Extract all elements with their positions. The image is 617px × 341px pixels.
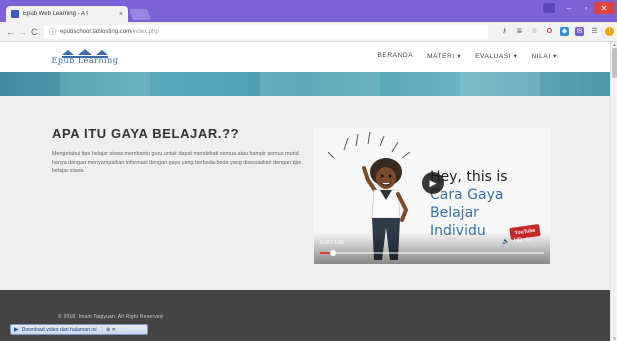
extension-icon[interactable]: ◆ bbox=[560, 27, 569, 36]
video-caption-line: Belajar bbox=[430, 205, 479, 221]
video-player[interactable]: Hey, this is Cara Gaya Belajar Individu … bbox=[314, 128, 550, 264]
download-options[interactable]: ⋮ ⊕ ✕ bbox=[100, 327, 116, 333]
banner-shade bbox=[260, 72, 380, 96]
fullscreen-icon[interactable]: ⛶ bbox=[526, 238, 530, 245]
video-control-icons: 🔊 HD ⛶ bbox=[502, 238, 530, 245]
opera-icon[interactable]: O bbox=[545, 27, 554, 36]
favicon-icon bbox=[11, 10, 19, 18]
warning-icon[interactable]: ! bbox=[605, 27, 614, 36]
nav-item-beranda[interactable]: BERANDA bbox=[378, 52, 414, 60]
url-path: /index.php bbox=[131, 29, 159, 35]
section-title: APA ITU GAYA BELAJAR.?? bbox=[52, 126, 240, 141]
tab-close-icon[interactable]: × bbox=[119, 11, 123, 18]
hero-banner bbox=[0, 72, 610, 96]
mail-icon[interactable]: ✉ bbox=[575, 27, 584, 36]
video-caption-line: Cara Gaya bbox=[430, 187, 504, 203]
key-icon[interactable]: ⚷ bbox=[500, 27, 509, 36]
nav-item-materi[interactable]: MATERI ▾ bbox=[427, 52, 461, 60]
back-arrow-icon[interactable]: ← bbox=[6, 25, 15, 39]
volume-icon[interactable]: 🔊 bbox=[502, 238, 509, 245]
forward-arrow-icon[interactable]: → bbox=[18, 25, 27, 39]
play-icon: ▶ bbox=[429, 177, 437, 188]
close-button[interactable]: ✕ bbox=[594, 2, 614, 14]
download-video-bar[interactable]: ▶ Download video dari halaman ini ⋮ ⊕ ✕ bbox=[10, 324, 148, 335]
logo-text[interactable]: Epub Learning bbox=[50, 56, 120, 65]
site-header: Epub Learning BERANDA MATERI ▾ EVALUASI … bbox=[0, 42, 617, 72]
browser-titlebar: Epub Web Learning - A I × – ▫ ✕ bbox=[0, 0, 617, 22]
url-input[interactable]: ⓘ epubschool.tablosting.com/index.php bbox=[44, 25, 488, 39]
reader-icon[interactable]: ≣ bbox=[515, 27, 524, 36]
video-progress-bar[interactable] bbox=[320, 250, 544, 256]
page-scrollbar[interactable]: ▲ ▼ bbox=[610, 42, 617, 341]
scroll-down-icon[interactable]: ▼ bbox=[611, 336, 617, 341]
tab-title: Epub Web Learning - A I bbox=[23, 11, 88, 17]
url-host: epubschool.tablosting.com bbox=[60, 29, 132, 35]
maximize-button[interactable]: ▫ bbox=[578, 2, 594, 14]
download-label[interactable]: Download video dari halaman ini bbox=[22, 327, 97, 333]
section-description: Mengetahui tipe belajar siswa membantu g… bbox=[52, 151, 302, 175]
download-icon: ▶ bbox=[14, 327, 19, 333]
banner-shade bbox=[460, 72, 540, 96]
main-section: APA ITU GAYA BELAJAR.?? Mengetahui tipe … bbox=[0, 96, 610, 290]
nav-item-evaluasi[interactable]: EVALUASI ▾ bbox=[475, 52, 517, 60]
menu-icon[interactable]: ☰ bbox=[590, 27, 599, 36]
play-button[interactable]: ▶ bbox=[422, 172, 444, 194]
scroll-thumb[interactable] bbox=[612, 48, 617, 78]
video-time: 0:06 / 1:39 bbox=[320, 240, 344, 246]
video-progress-knob[interactable] bbox=[330, 250, 336, 256]
scroll-up-icon[interactable]: ▲ bbox=[611, 42, 617, 47]
user-profile-icon[interactable] bbox=[543, 3, 555, 13]
banner-shade bbox=[60, 72, 150, 96]
main-nav: BERANDA MATERI ▾ EVALUASI ▾ NILAI ▾ bbox=[378, 52, 558, 60]
info-icon[interactable]: ⓘ bbox=[49, 27, 56, 37]
reload-icon[interactable]: C bbox=[31, 25, 38, 39]
video-caption-line: Hey, this is bbox=[430, 169, 508, 185]
site-footer: © 2018. Imam Taqiyuan. All Right Reserve… bbox=[0, 290, 610, 341]
star-icon[interactable]: ☆ bbox=[530, 27, 539, 36]
nav-item-nilai[interactable]: NILAI ▾ bbox=[531, 52, 557, 60]
minimize-button[interactable]: – bbox=[560, 2, 578, 14]
new-tab-button[interactable] bbox=[128, 9, 152, 20]
browser-tab[interactable]: Epub Web Learning - A I × bbox=[6, 6, 128, 22]
copyright-text: © 2018. Imam Taqiyuan. All Right Reserve… bbox=[58, 314, 163, 320]
url-text: epubschool.tablosting.com/index.php bbox=[60, 29, 159, 35]
browser-window: Epub Web Learning - A I × – ▫ ✕ ← → C ⓘ … bbox=[0, 0, 617, 341]
quality-icon[interactable]: HD bbox=[513, 238, 522, 245]
address-bar: ← → C ⓘ epubschool.tablosting.com/index.… bbox=[0, 22, 617, 42]
extension-icons: ⚷ ≣ ☆ O ◆ ✉ ☰ ! bbox=[500, 27, 614, 36]
